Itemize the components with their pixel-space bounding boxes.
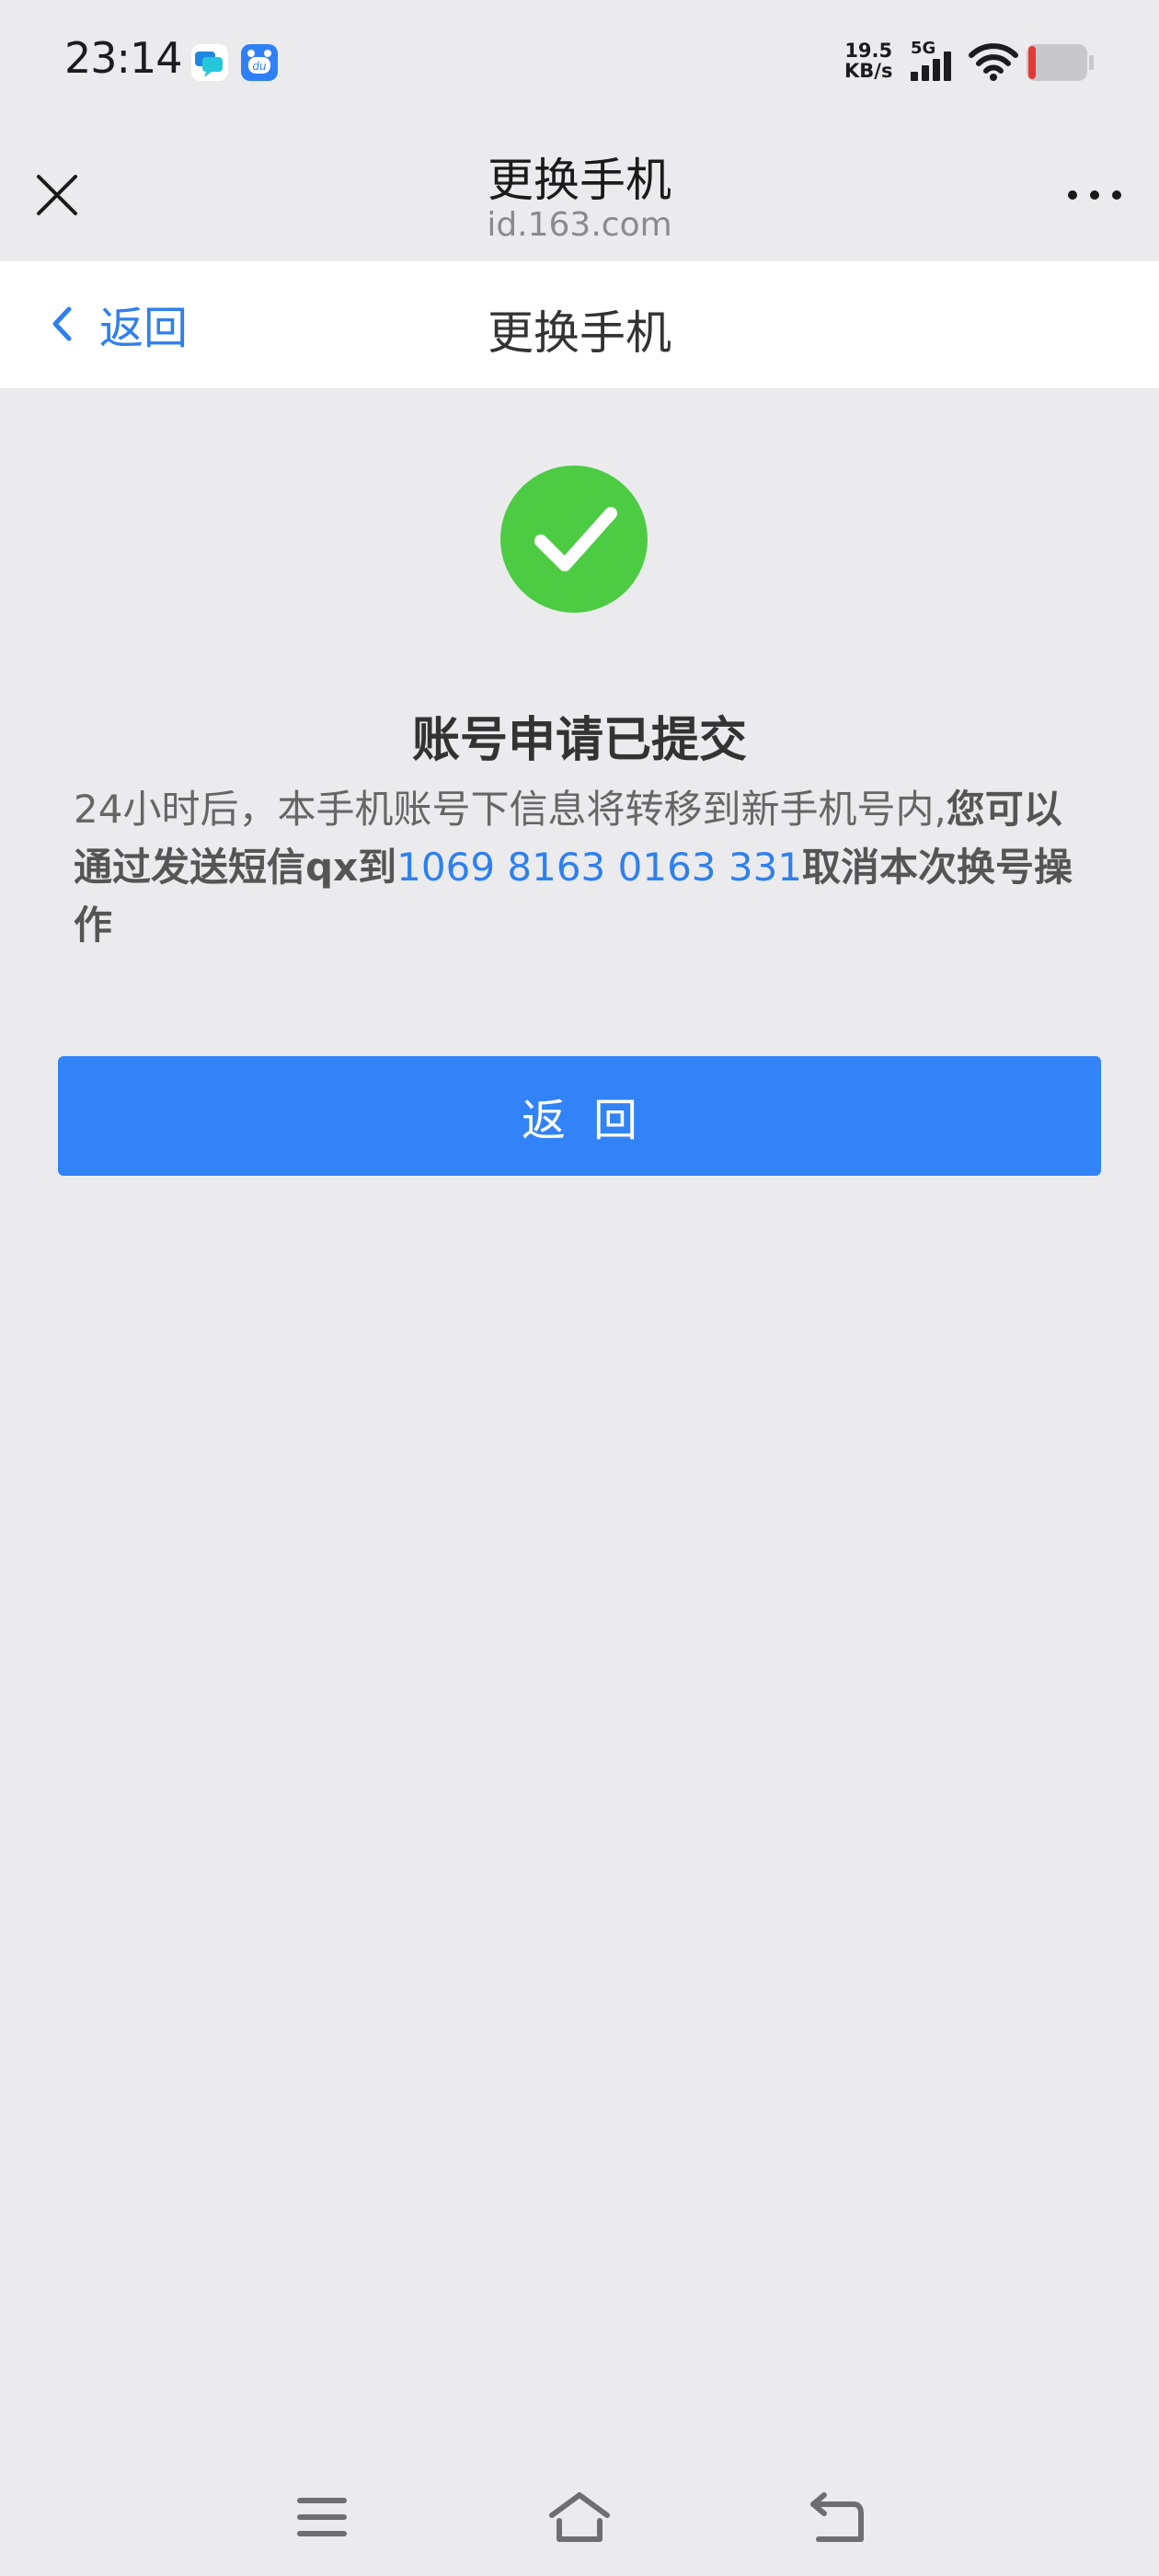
battery-icon	[1027, 44, 1094, 81]
return-button-label: 返回	[521, 1095, 665, 1146]
more-button[interactable]	[1058, 166, 1131, 224]
baidu-app-icon: du	[241, 44, 278, 81]
browser-domain: id.163.com	[487, 206, 672, 244]
wifi-icon	[969, 43, 1018, 81]
svg-text:du: du	[252, 60, 267, 73]
result-title: 账号申请已提交	[411, 713, 747, 768]
sms-number-link[interactable]: 1069 8163 0163 331	[396, 845, 802, 890]
network-speed-value: 19.5	[844, 40, 893, 62]
signal-icon	[911, 52, 951, 81]
back-icon	[810, 2492, 864, 2542]
home-button[interactable]	[543, 2480, 616, 2554]
network-speed-unit: KB/s	[844, 60, 893, 82]
success-check-icon	[500, 466, 648, 613]
menu-icon	[297, 2498, 347, 2536]
status-bar: 23:14 du 19.5 KB/s 5G	[0, 0, 1159, 125]
browser-header: 更换手机 id.163.com	[0, 125, 1159, 261]
back-button[interactable]	[800, 2480, 874, 2554]
page-title: 更换手机	[488, 306, 671, 360]
browser-title: 更换手机	[488, 154, 671, 207]
result-description: 24小时后，本手机账号下信息将转移到新手机号内,您可以通过发送短信qx到1069…	[74, 780, 1095, 954]
status-time: 23:14	[64, 33, 183, 83]
network-speed: 19.5 KB/s	[844, 40, 892, 81]
messages-app-icon	[191, 44, 228, 81]
return-button[interactable]: 返回	[58, 1056, 1101, 1176]
result-description-text: 24小时后，本手机账号下信息将转移到新手机号内,	[74, 787, 947, 832]
home-icon	[549, 2492, 610, 2542]
page-nav-bar: 返回 更换手机	[0, 261, 1159, 388]
menu-button[interactable]	[285, 2480, 359, 2554]
system-nav-bar	[0, 2447, 1159, 2576]
more-icon	[1068, 190, 1121, 200]
